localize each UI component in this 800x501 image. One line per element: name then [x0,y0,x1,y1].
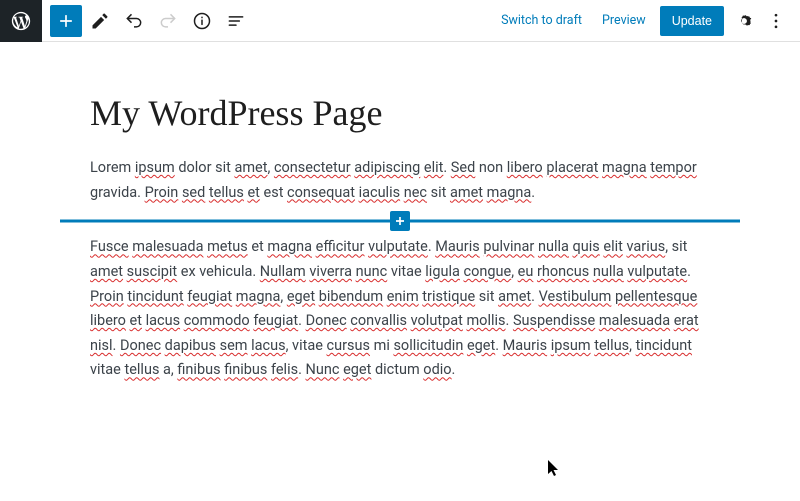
kebab-icon [766,11,786,31]
wordpress-icon [10,10,32,32]
tools-button[interactable] [84,5,116,37]
toggle-block-inserter-button[interactable] [50,5,82,37]
info-icon [192,11,212,31]
paragraph-block-2[interactable]: Fusce malesuada metus et magna efficitur… [90,235,710,383]
editor-canvas: My WordPress Page Lorem ipsum dolor sit … [90,42,710,463]
paragraph-block-1[interactable]: Lorem ipsum dolor sit amet, consectetur … [90,156,710,205]
view-posts-button[interactable] [0,0,42,42]
plus-icon [392,213,408,229]
preview-link[interactable]: Preview [592,7,656,34]
outline-button[interactable] [220,5,252,37]
switch-to-draft-link[interactable]: Switch to draft [491,7,592,34]
document-tools [50,5,252,37]
plus-icon [56,11,76,31]
add-block-button[interactable] [390,211,410,231]
undo-button[interactable] [118,5,150,37]
redo-button[interactable] [152,5,184,37]
pencil-icon [90,11,110,31]
more-options-button[interactable] [760,5,792,37]
gear-icon [734,11,754,31]
settings-button[interactable] [728,5,760,37]
post-title[interactable]: My WordPress Page [90,92,710,134]
update-button[interactable]: Update [660,6,724,36]
redo-icon [158,11,178,31]
sibling-block-inserter [90,211,710,231]
editor-canvas-scroll[interactable]: My WordPress Page Lorem ipsum dolor sit … [0,42,800,501]
list-view-icon [226,11,246,31]
details-button[interactable] [186,5,218,37]
undo-icon [124,11,144,31]
editor-toolbar: Switch to draft Preview Update [0,0,800,42]
